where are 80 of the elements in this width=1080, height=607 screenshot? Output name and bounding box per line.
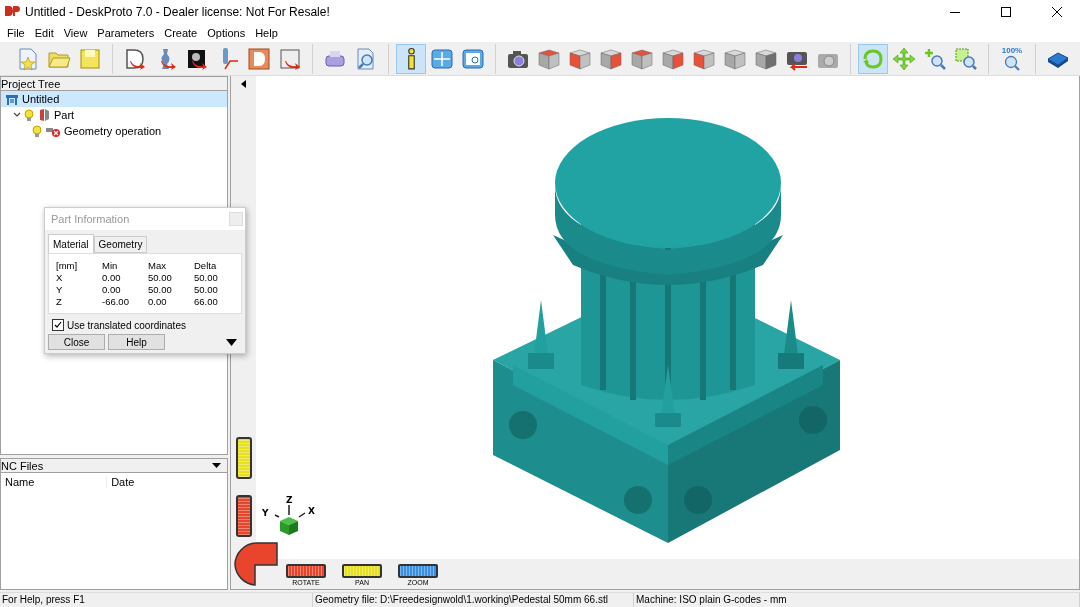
zoom-all-button[interactable]: 100% <box>996 43 1028 74</box>
project-icon <box>5 93 19 105</box>
column-header: Min <box>101 260 119 271</box>
table-cell-text: 50.00 <box>147 272 173 283</box>
table-cell-text: 0.00 <box>101 284 122 295</box>
cube-view-icon <box>568 47 592 70</box>
panel-title: NC Files <box>1 459 44 472</box>
cube-view-icon <box>692 47 716 70</box>
menu-item[interactable]: View <box>58 24 93 42</box>
menu-item[interactable]: Help <box>250 24 283 42</box>
table-cell-text: X <box>55 272 64 283</box>
status-text: Geometry file: D:\Freedesignwold\1.working\Pedestal 50mm 66.stl <box>313 593 634 607</box>
menu-item[interactable]: Options <box>202 24 251 42</box>
table-cell-text: 50.00 <box>193 284 219 295</box>
info-icon <box>407 47 415 70</box>
magnifier-icon <box>1003 55 1021 71</box>
menu-item[interactable]: Create <box>159 24 203 42</box>
column-header[interactable]: Name <box>1 476 108 488</box>
cube-view-icon <box>599 47 623 70</box>
status-text: Machine: ISO plain G-codes - mm <box>634 593 1080 607</box>
table-cell-text: -66.00 <box>101 296 130 307</box>
cube-view-icon <box>723 47 747 70</box>
cube-view-icon <box>754 47 778 70</box>
status-text: For Help, press F1 <box>0 593 313 607</box>
report-icon <box>461 46 485 71</box>
letter-d-arrow-icon <box>123 46 147 71</box>
pan-arrows-icon <box>892 46 916 71</box>
maximize-icon <box>1001 7 1011 17</box>
table-cell-text: 50.00 <box>147 284 173 295</box>
lightbulb-icon <box>24 108 34 122</box>
window-title: Untitled - DeskProto 7.0 - Dealer license: Not For Resale! <box>25 5 331 19</box>
minimize-icon <box>950 11 960 13</box>
save-icon <box>78 46 102 71</box>
table-cell-text: 0.00 <box>147 296 168 307</box>
cube-view-icon <box>537 47 561 70</box>
window-layout-icon <box>430 46 454 71</box>
toolbar-button[interactable] <box>396 43 426 74</box>
rotate-dial[interactable] <box>233 541 279 587</box>
cube-view-icon <box>630 47 654 70</box>
dialog-title: Part Information <box>51 213 130 225</box>
column-header: Delta <box>193 260 218 271</box>
tree-item[interactable]: Part <box>1 107 227 123</box>
tab[interactable]: Geometry <box>93 236 148 253</box>
close-icon <box>1052 7 1062 17</box>
column-header: [mm] <box>55 260 79 271</box>
menu-item[interactable]: Parameters <box>92 24 160 42</box>
checkbox-label: Use translated coordinates <box>67 319 186 331</box>
column-header[interactable]: Date <box>107 476 227 488</box>
zoom-window-icon <box>954 46 978 71</box>
tree-item[interactable]: Geometry operation <box>1 123 227 139</box>
table-cell-text: 66.00 <box>193 296 219 307</box>
rotate-wheel[interactable] <box>235 495 252 537</box>
collapse-arrow-icon[interactable] <box>241 80 246 88</box>
tree-item[interactable]: Untitled <box>1 91 227 107</box>
table-cell-text: Z <box>55 296 63 307</box>
lightbulb-icon <box>32 124 42 138</box>
panel-title: Project Tree <box>1 77 61 90</box>
thumbwheel[interactable] <box>398 564 438 578</box>
thumbwheel[interactable] <box>342 564 382 578</box>
dropdown-icon[interactable] <box>212 463 221 468</box>
column-header: Max <box>147 260 167 271</box>
menu-item[interactable]: Edit <box>29 24 59 42</box>
menu-item[interactable]: File <box>2 24 30 42</box>
pan-wheel[interactable] <box>235 437 252 479</box>
table-cell-text: 50.00 <box>193 272 219 283</box>
dropdown-icon[interactable] <box>226 338 237 346</box>
part-icon <box>37 108 51 122</box>
dialog-button[interactable]: Help <box>108 334 165 350</box>
tab[interactable]: Material <box>48 234 94 253</box>
table-cell-text: 0.00 <box>101 272 122 283</box>
thumbwheel[interactable] <box>286 564 326 578</box>
dialog-button[interactable]: Close <box>48 334 105 350</box>
chevron-icon[interactable] <box>13 111 21 119</box>
zoom-in-icon <box>923 46 947 71</box>
table-cell-text: Y <box>55 284 64 295</box>
cube-view-icon <box>661 47 685 70</box>
letter-d-box-icon <box>247 46 271 71</box>
checkbox[interactable] <box>52 319 64 331</box>
axis-triad-drawing: Y Z X <box>261 493 321 541</box>
new-document-icon <box>16 46 40 71</box>
